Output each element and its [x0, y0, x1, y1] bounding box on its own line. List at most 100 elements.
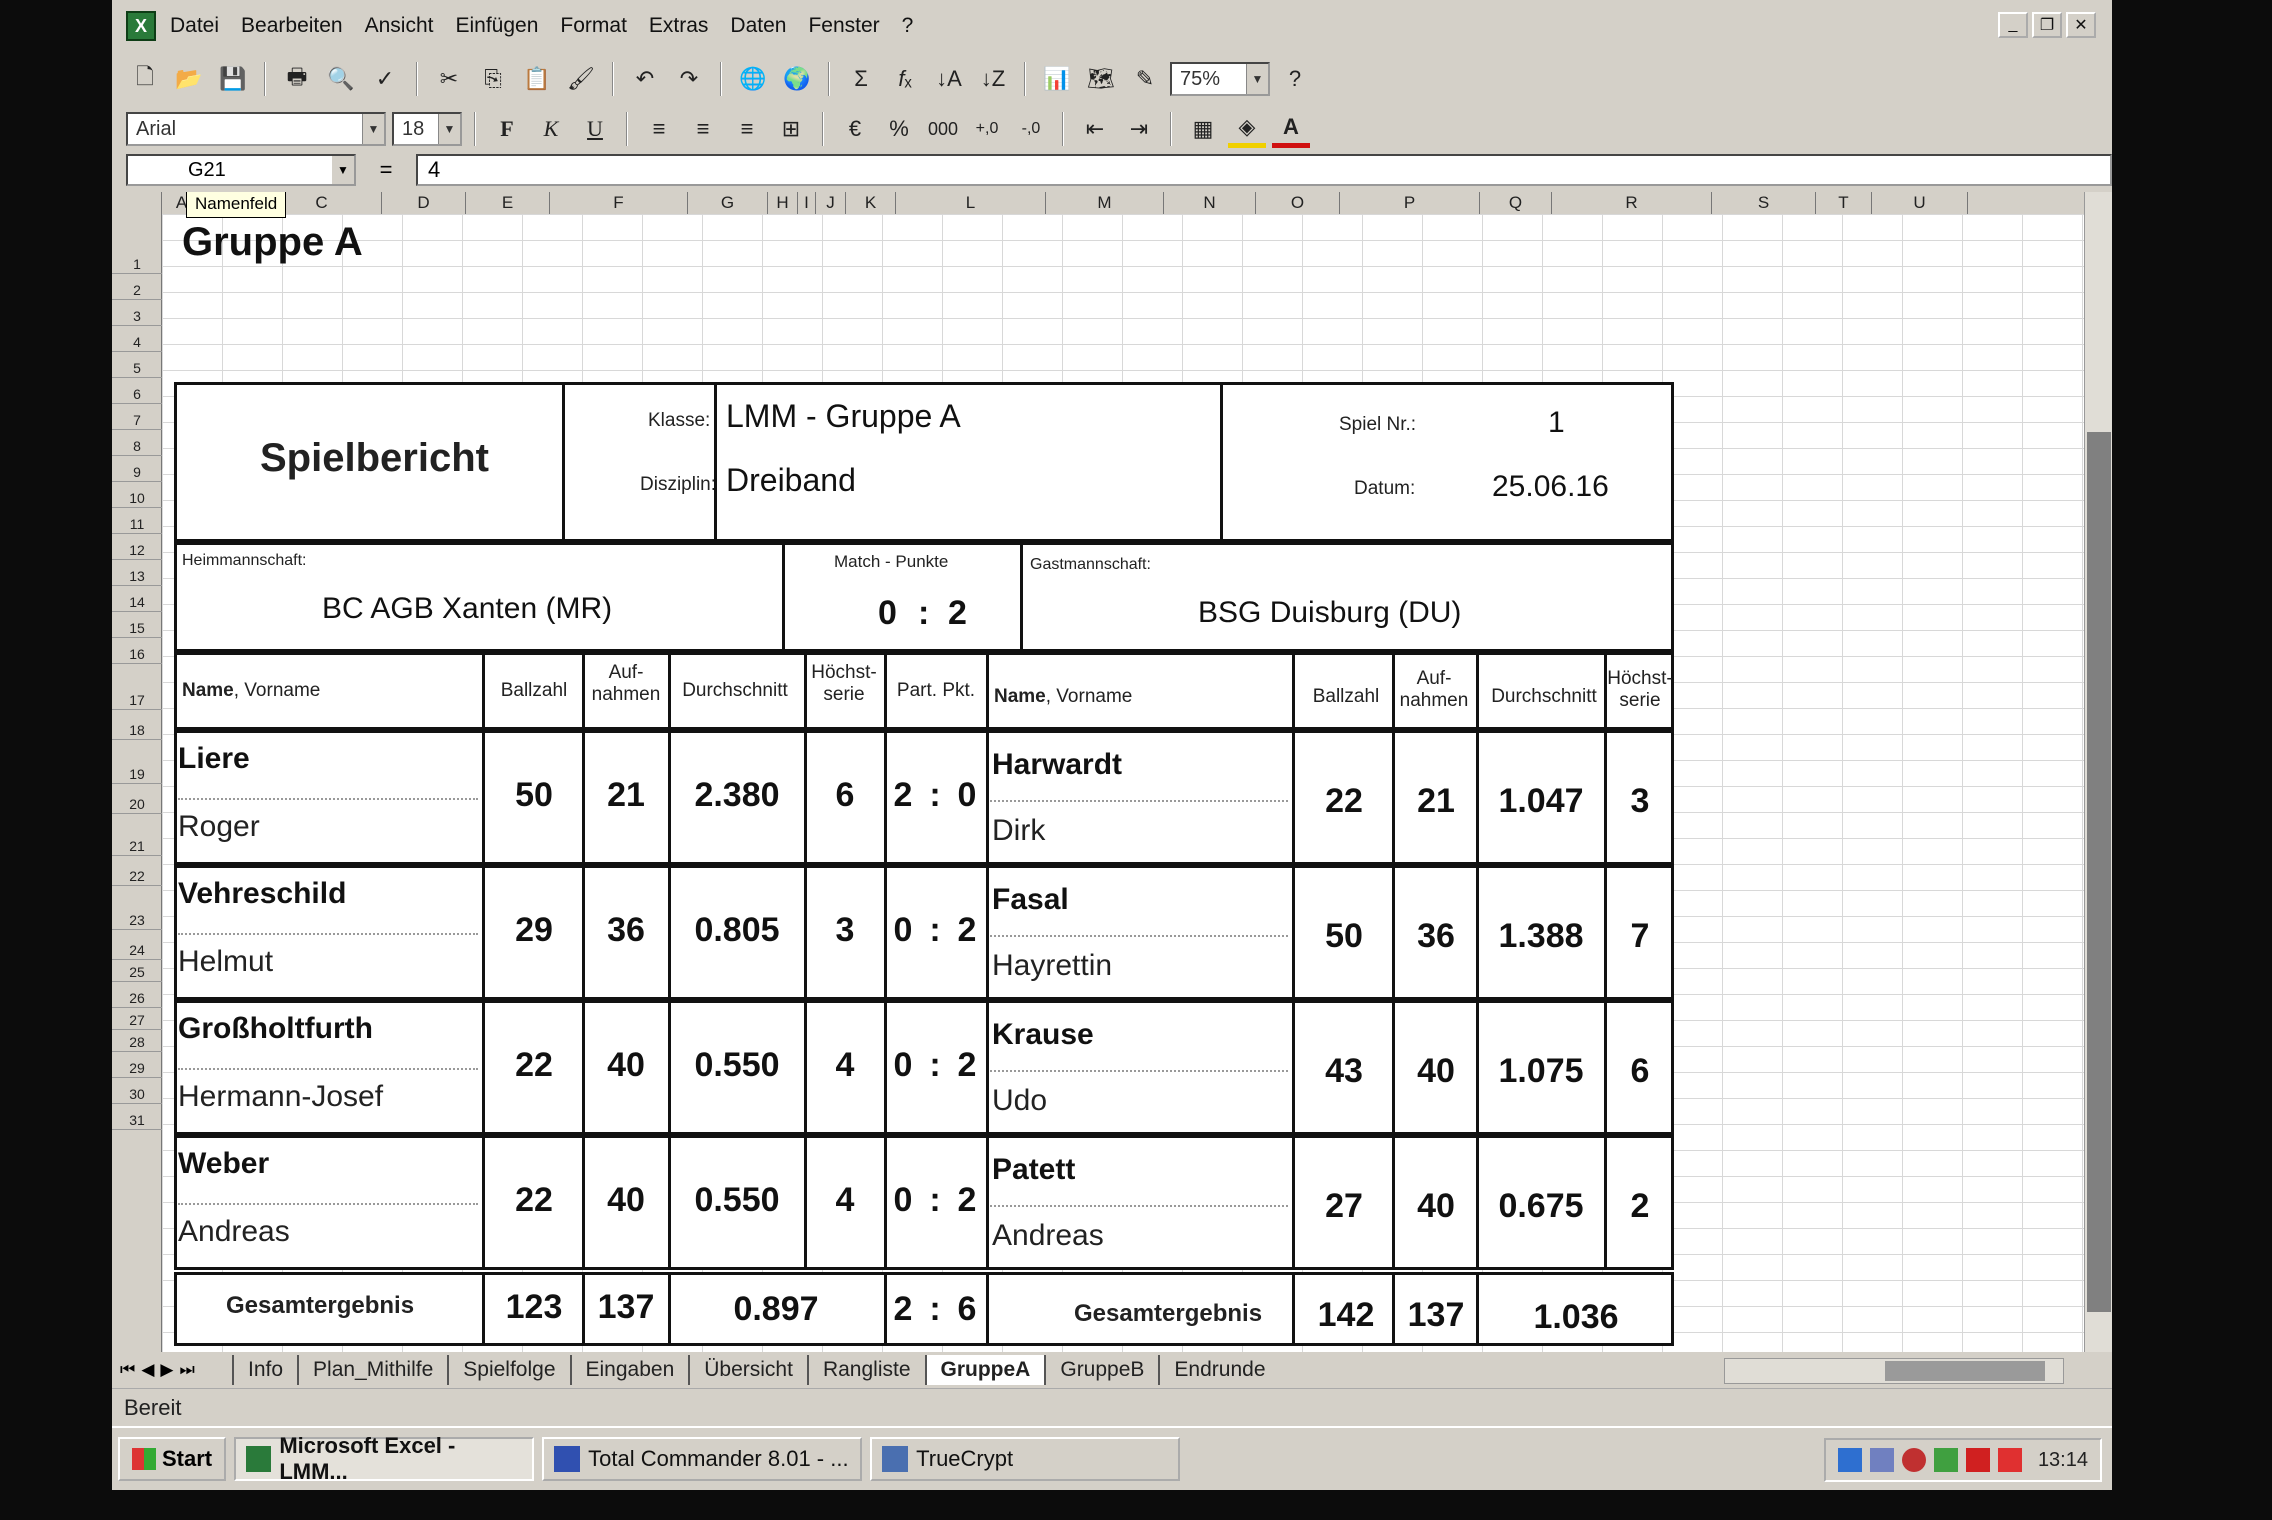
- undo-icon[interactable]: ↶: [626, 60, 664, 98]
- home-hoechstserie[interactable]: 6: [806, 776, 884, 815]
- currency-icon[interactable]: €: [836, 110, 874, 148]
- row-header[interactable]: 22: [112, 856, 162, 886]
- row-header[interactable]: 1: [112, 214, 162, 274]
- row-header[interactable]: 13: [112, 560, 162, 586]
- menu-ansicht[interactable]: Ansicht: [365, 14, 434, 38]
- total-away-aufnahmen[interactable]: 137: [1394, 1296, 1478, 1335]
- home-surname[interactable]: Liere: [178, 742, 250, 776]
- sheet-tab[interactable]: Übersicht: [688, 1355, 807, 1385]
- menu-extras[interactable]: Extras: [649, 14, 709, 38]
- function-icon[interactable]: fₓ: [886, 60, 924, 98]
- sheet-tab[interactable]: GruppeA: [924, 1355, 1045, 1385]
- sheet-tab[interactable]: Endrunde: [1158, 1355, 1279, 1385]
- pp-away[interactable]: 2: [950, 911, 984, 950]
- total-home-durchschnitt[interactable]: 0.897: [668, 1290, 884, 1329]
- next-sheet-icon[interactable]: ▶: [160, 1360, 173, 1380]
- print-icon[interactable]: 🖶: [278, 60, 316, 98]
- away-hoechstserie[interactable]: 6: [1606, 1052, 1674, 1091]
- paste-icon[interactable]: 📋: [518, 60, 556, 98]
- usb-icon[interactable]: [1869, 1448, 1894, 1472]
- match-away-points[interactable]: 2: [948, 594, 967, 633]
- pp-home[interactable]: 0: [886, 1181, 920, 1220]
- zoom-select[interactable]: 75% ▼: [1170, 62, 1270, 96]
- formula-input[interactable]: 4: [416, 154, 2112, 186]
- row-header[interactable]: 31: [112, 1104, 162, 1130]
- copy-icon[interactable]: ⎘: [474, 60, 512, 98]
- away-aufnahmen[interactable]: 36: [1394, 917, 1478, 956]
- away-durchschnitt[interactable]: 1.075: [1478, 1052, 1604, 1091]
- row-header[interactable]: 7: [112, 404, 162, 430]
- percent-icon[interactable]: %: [880, 110, 918, 148]
- sheet-tab[interactable]: Rangliste: [806, 1355, 925, 1385]
- row-header[interactable]: 9: [112, 456, 162, 482]
- font-name-select[interactable]: Arial ▼: [126, 112, 386, 146]
- row-header[interactable]: 15: [112, 612, 162, 638]
- italic-button[interactable]: K: [532, 110, 570, 148]
- home-firstname[interactable]: Helmut: [178, 945, 273, 979]
- chevron-down-icon[interactable]: ▼: [1246, 64, 1268, 94]
- decrease-decimal-icon[interactable]: -,0: [1012, 110, 1050, 148]
- pp-away[interactable]: 0: [950, 776, 984, 815]
- menu-help[interactable]: ?: [902, 14, 914, 38]
- vertical-scrollbar[interactable]: [2084, 192, 2112, 1352]
- row-header[interactable]: 29: [112, 1052, 162, 1078]
- name-box[interactable]: G21 ▼: [126, 154, 356, 186]
- pp-home[interactable]: 2: [886, 776, 920, 815]
- pp-away[interactable]: 2: [950, 1181, 984, 1220]
- format-painter-icon[interactable]: 🖌: [562, 60, 600, 98]
- align-center-icon[interactable]: ≡: [684, 110, 722, 148]
- menu-datei[interactable]: Datei: [170, 14, 219, 38]
- start-button[interactable]: Start: [118, 1437, 227, 1481]
- autosum-icon[interactable]: Σ: [842, 60, 880, 98]
- first-sheet-icon[interactable]: ⏮: [120, 1360, 135, 1380]
- borders-icon[interactable]: ▦: [1184, 110, 1222, 148]
- row-header[interactable]: 26: [112, 982, 162, 1008]
- minimize-button[interactable]: _: [1998, 12, 2028, 38]
- row-header[interactable]: 27: [112, 1008, 162, 1030]
- menu-fenster[interactable]: Fenster: [808, 14, 879, 38]
- row-header[interactable]: 17: [112, 664, 162, 710]
- web-toolbar-icon[interactable]: 🌍: [778, 60, 816, 98]
- away-ballzahl[interactable]: 27: [1294, 1187, 1394, 1226]
- total-pp-away[interactable]: 6: [950, 1290, 984, 1329]
- away-surname[interactable]: Harwardt: [992, 748, 1122, 782]
- help-assistant-icon[interactable]: ?: [1276, 60, 1314, 98]
- font-size-select[interactable]: 18 ▼: [392, 112, 462, 146]
- total-pp-home[interactable]: 2: [886, 1290, 920, 1329]
- away-surname[interactable]: Fasal: [992, 883, 1069, 917]
- spiel-nr-value[interactable]: 1: [1548, 406, 1565, 440]
- datum-value[interactable]: 25.06.16: [1492, 470, 1609, 504]
- update-icon[interactable]: [1933, 1448, 1958, 1472]
- total-away-ballzahl[interactable]: 142: [1296, 1296, 1396, 1335]
- row-header[interactable]: 21: [112, 814, 162, 856]
- horizontal-scrollbar[interactable]: [1724, 1358, 2064, 1384]
- select-all-corner[interactable]: [112, 192, 162, 214]
- chevron-down-icon[interactable]: ▼: [438, 114, 460, 144]
- home-surname[interactable]: Großholtfurth: [178, 1012, 373, 1046]
- row-header[interactable]: 8: [112, 430, 162, 456]
- column-header[interactable]: U: [1872, 192, 1968, 214]
- column-header[interactable]: S: [1712, 192, 1816, 214]
- print-preview-icon[interactable]: 🔍: [322, 60, 360, 98]
- klasse-value[interactable]: LMM - Gruppe A: [726, 398, 961, 435]
- away-durchschnitt[interactable]: 1.047: [1478, 782, 1604, 821]
- restore-button[interactable]: ❐: [2032, 12, 2062, 38]
- row-header[interactable]: 16: [112, 638, 162, 664]
- total-away-durchschnitt[interactable]: 1.036: [1478, 1298, 1674, 1337]
- close-button[interactable]: ✕: [2066, 12, 2096, 38]
- row-header[interactable]: 23: [112, 886, 162, 930]
- font-color-icon[interactable]: A: [1272, 110, 1310, 148]
- open-folder-icon[interactable]: 📂: [170, 60, 208, 98]
- row-header[interactable]: 5: [112, 352, 162, 378]
- align-left-icon[interactable]: ≡: [640, 110, 678, 148]
- home-hoechstserie[interactable]: 4: [806, 1046, 884, 1085]
- home-ballzahl[interactable]: 50: [484, 776, 584, 815]
- row-header[interactable]: 6: [112, 378, 162, 404]
- increase-indent-icon[interactable]: ⇥: [1120, 110, 1158, 148]
- new-document-icon[interactable]: 🗋: [126, 60, 164, 98]
- save-icon[interactable]: 💾: [214, 60, 252, 98]
- row-header[interactable]: 24: [112, 930, 162, 960]
- align-right-icon[interactable]: ≡: [728, 110, 766, 148]
- row-header[interactable]: 25: [112, 960, 162, 982]
- home-firstname[interactable]: Andreas: [178, 1215, 290, 1249]
